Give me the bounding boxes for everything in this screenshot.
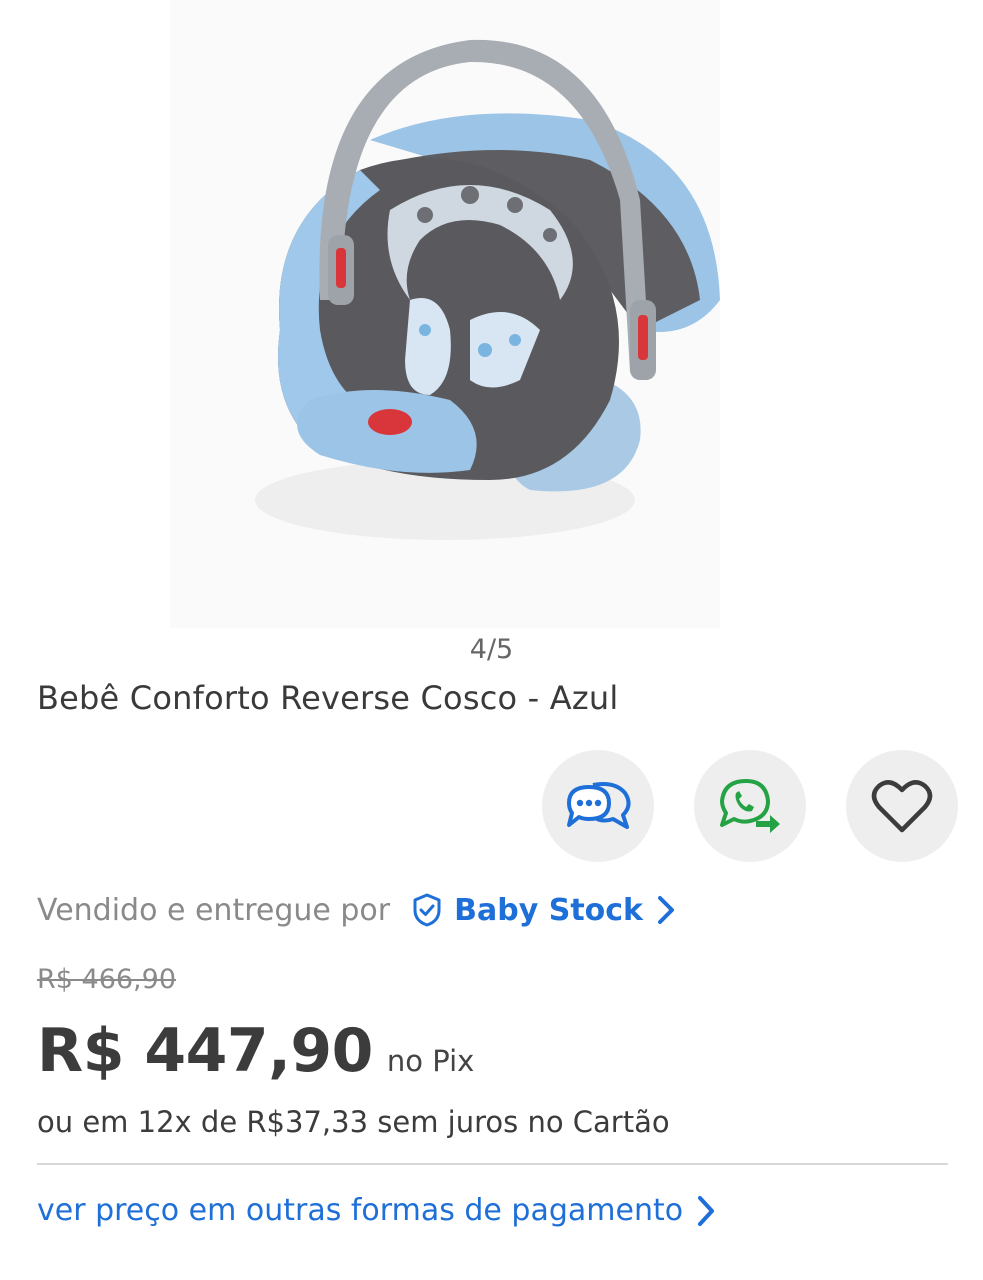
whatsapp-share-button[interactable]: [694, 750, 806, 862]
image-counter: 4/5: [469, 634, 514, 665]
price-row: R$ 447,90 no Pix: [37, 1016, 474, 1086]
seller-prefix: Vendido e entregue por: [37, 892, 391, 928]
product-image[interactable]: [170, 0, 720, 628]
heart-icon: [871, 780, 933, 833]
verified-shield-icon: [412, 893, 442, 927]
seller-info: Vendido e entregue por Baby Stock: [37, 888, 675, 932]
baby-car-seat-image: [255, 39, 720, 540]
favorite-button[interactable]: [846, 750, 958, 862]
seller-name: Baby Stock: [454, 892, 644, 928]
installments-text: ou em 12x de R$37,33 sem juros no Cartão: [37, 1105, 670, 1139]
divider: [37, 1163, 948, 1165]
current-price: R$ 447,90: [37, 1016, 373, 1086]
chevron-right-icon: [697, 1195, 715, 1227]
old-price: R$ 466,90: [37, 964, 176, 995]
whatsapp-share-icon: [720, 779, 780, 833]
other-payment-methods-link[interactable]: ver preço em outras formas de pagamento: [37, 1193, 715, 1228]
seller-link[interactable]: Baby Stock: [412, 893, 675, 928]
price-suffix: no Pix: [386, 1044, 475, 1078]
other-payment-methods-label: ver preço em outras formas de pagamento: [37, 1193, 684, 1228]
chevron-right-icon: [657, 895, 675, 925]
chat-button[interactable]: [542, 750, 654, 862]
chat-bubbles-icon: [567, 782, 631, 829]
product-title: Bebê Conforto Reverse Cosco - Azul: [37, 679, 619, 717]
